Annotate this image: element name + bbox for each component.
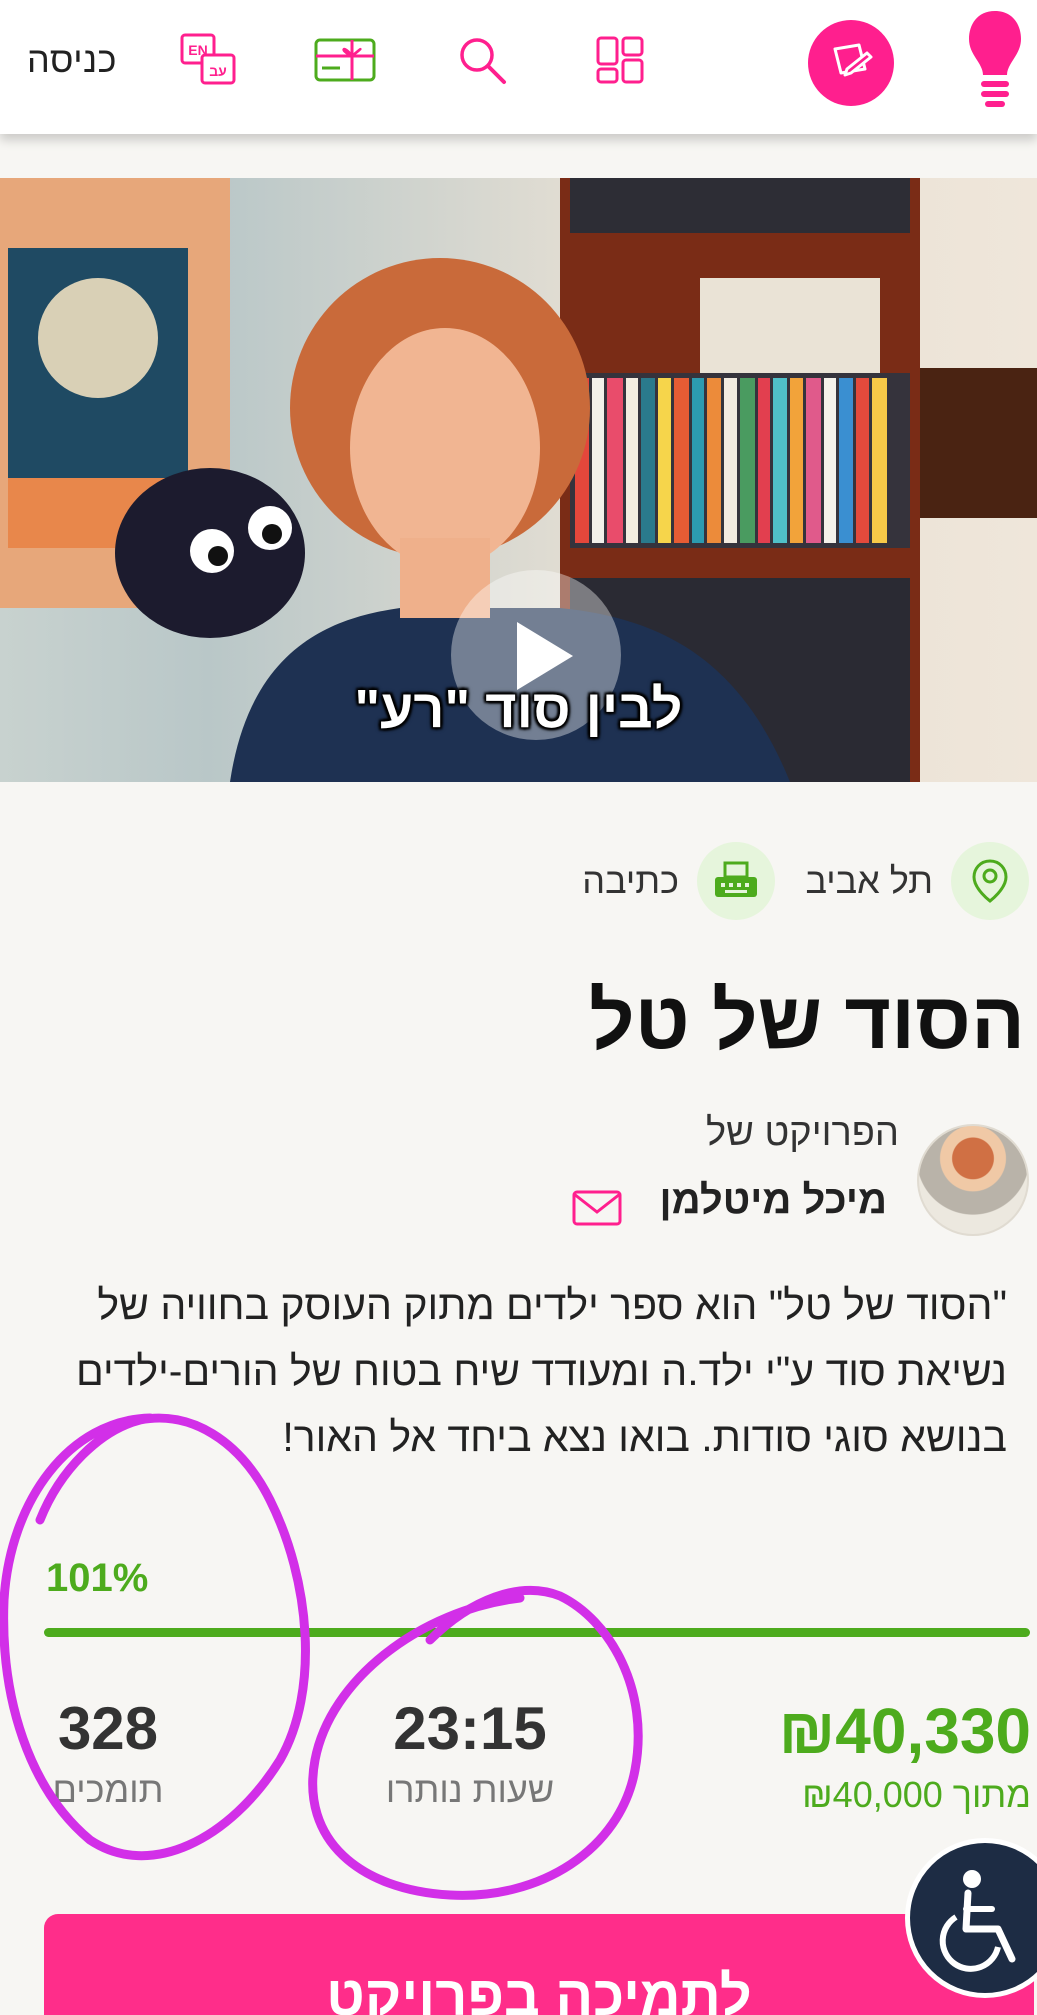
project-category[interactable]: כתיבה (582, 842, 775, 920)
wheelchair-icon (939, 1870, 1016, 1972)
goal-amount-label: מתוך ₪40,000 (802, 1774, 1031, 1815)
location-pin-icon (951, 842, 1029, 920)
supporters-label: תומכים (52, 1769, 164, 1810)
search-icon[interactable] (452, 0, 512, 120)
svg-text:EN: EN (188, 42, 207, 58)
lightbulb-logo-icon[interactable] (960, 0, 1030, 120)
hours-left-stat: 23:15 שעות נותרו (330, 1694, 610, 1811)
funded-percent: 101% (46, 1556, 149, 1600)
login-link[interactable]: כניסה (22, 0, 122, 120)
gift-card-icon[interactable] (312, 0, 378, 120)
hours-left-label: שעות נותרו (385, 1769, 555, 1810)
raised-amount-value: ₪40,330 (778, 1695, 1031, 1767)
category-label: כתיבה (582, 860, 679, 901)
project-title: הסוד של טל (588, 976, 1025, 1065)
supporters-stat: 328 תומכים (28, 1694, 188, 1811)
language-switch-icon[interactable]: EN עב (178, 0, 240, 120)
mail-icon[interactable] (572, 1190, 622, 1226)
hours-left-value: 23:15 (393, 1695, 547, 1762)
funding-progress-fill (44, 1628, 1030, 1637)
raised-amount-stat: ₪40,330 מתוך ₪40,000 (779, 1694, 1031, 1816)
note-pencil-icon (833, 43, 873, 77)
location-label: תל אביב (805, 860, 933, 901)
categories-grid-icon[interactable] (590, 0, 650, 120)
accessibility-button[interactable] (905, 1838, 1037, 1998)
top-navigation-bar: כניסה EN עב (0, 0, 1037, 134)
video-caption-text: לבין סוד "רע" (354, 679, 683, 739)
svg-text:עב: עב (209, 63, 227, 79)
owner-prefix-label: הפרויקט של (706, 1112, 899, 1154)
project-description: "הסוד של טל" הוא ספר ילדים מתוק העוסק בח… (76, 1282, 1007, 1460)
owner-name-link[interactable]: מיכל מיטלמן (660, 1178, 887, 1223)
support-project-button[interactable]: לתמיכה בפרויקט (44, 1914, 1034, 2015)
create-project-button[interactable] (808, 20, 894, 106)
owner-avatar[interactable] (917, 1124, 1029, 1236)
funding-progress-bar (44, 1628, 1030, 1637)
supporters-count: 328 (57, 1695, 159, 1762)
project-location[interactable]: תל אביב (805, 842, 1029, 920)
typewriter-icon (697, 842, 775, 920)
